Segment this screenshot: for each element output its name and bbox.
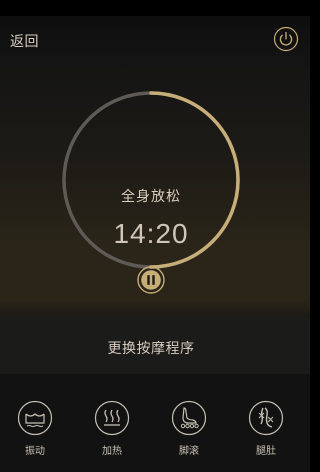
mode-vibration[interactable]: 振动: [5, 400, 65, 464]
mode-foot-roller[interactable]: 脚滚: [159, 400, 219, 464]
power-button[interactable]: [273, 26, 299, 52]
back-button[interactable]: 返回: [10, 31, 39, 51]
mode-heat-label: 加热: [102, 446, 122, 457]
change-program-button[interactable]: 更换按摩程序: [0, 318, 310, 374]
pause-button[interactable]: [136, 265, 166, 295]
foot-roller-icon: [171, 400, 207, 436]
mode-heat[interactable]: 加热: [82, 400, 142, 464]
mode-calf[interactable]: 腿肚: [236, 400, 296, 464]
timer-panel: 全身放松 14:20: [0, 62, 310, 318]
change-program-label: 更换按摩程序: [107, 341, 195, 357]
vibration-icon: [17, 400, 53, 436]
time-remaining: 14:20: [113, 218, 189, 249]
program-name: 全身放松: [121, 189, 181, 205]
calf-icon: [248, 400, 284, 436]
massage-screen: 返回 全身放松 14:20 更换按摩程序 振动 加热 脚滚 腿肚: [0, 0, 310, 472]
mode-vibration-label: 振动: [25, 446, 45, 457]
mode-foot-roller-label: 脚滚: [179, 446, 199, 457]
pause-icon: [137, 266, 165, 294]
power-icon: [273, 26, 299, 52]
heat-icon: [94, 400, 130, 436]
mode-calf-label: 腿肚: [256, 446, 276, 457]
mode-bar: 振动 加热 脚滚 腿肚: [0, 374, 310, 472]
header: 返回: [0, 16, 310, 62]
status-bar: [0, 0, 310, 16]
